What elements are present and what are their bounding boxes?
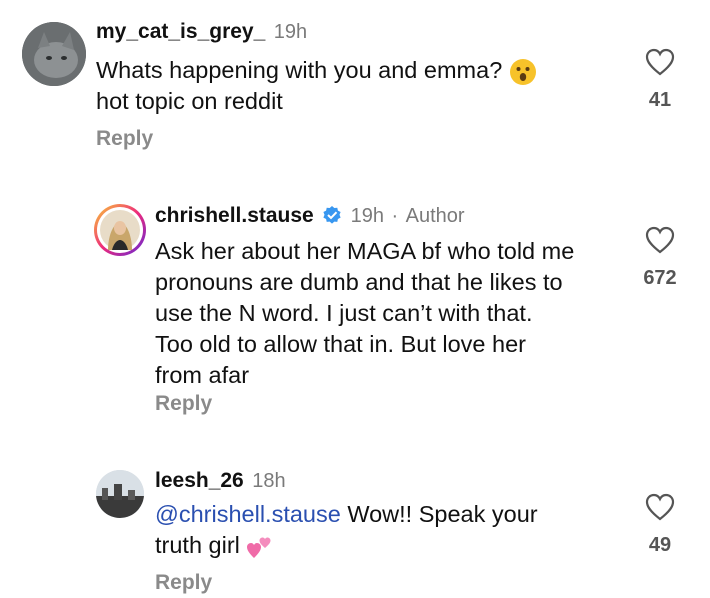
like-count: 672 <box>643 267 677 289</box>
like-count: 41 <box>648 89 672 111</box>
comment-text-line: pronouns are dumb and that he likes to <box>155 269 563 295</box>
username[interactable]: leesh_26 <box>155 469 244 492</box>
cat-avatar-icon <box>22 22 86 86</box>
reply-button[interactable]: Reply <box>155 392 212 416</box>
comment-text-line: hot topic on reddit <box>96 88 283 114</box>
profile-photo-icon <box>96 470 144 518</box>
two-hearts-icon <box>247 537 271 558</box>
reply-button[interactable]: Reply <box>155 571 212 595</box>
comment-text-line: Whats happening with you and emma? <box>96 57 503 83</box>
comment-text-line: truth girl <box>155 532 240 558</box>
comment-text-line: Ask her about her MAGA bf who told me <box>155 238 575 264</box>
comment-text-line: use the N word. I just can’t with that. <box>155 300 533 326</box>
timestamp: 19h <box>350 205 385 227</box>
heart-icon[interactable] <box>645 493 675 521</box>
hushed-face-icon <box>509 58 536 85</box>
comment-text-line: Too old to allow that in. But love her <box>155 331 526 357</box>
username[interactable]: chrishell.stause <box>155 204 314 227</box>
timestamp: 19h <box>273 21 308 43</box>
author-label: Author <box>405 205 465 227</box>
mention-link[interactable]: @chrishell.stause <box>155 501 341 527</box>
username[interactable]: my_cat_is_grey_ <box>96 20 265 43</box>
comment-my-cat-is-grey: my_cat_is_grey_ 19h Whats happening with… <box>0 0 710 170</box>
comment-chrishell-stause: chrishell.stause 19h · Author Ask her ab… <box>0 180 710 440</box>
comment-leesh-26: leesh_26 18h @chrishell.stause Wow!! Spe… <box>0 455 710 598</box>
heart-icon[interactable] <box>645 48 675 76</box>
comment-text-line: Wow!! Speak your <box>340 501 538 527</box>
avatar[interactable] <box>94 204 146 256</box>
reply-button[interactable]: Reply <box>96 127 153 151</box>
timestamp: 18h <box>252 470 286 492</box>
avatar[interactable] <box>22 22 86 86</box>
profile-photo-icon <box>100 210 140 250</box>
separator: · <box>391 205 399 227</box>
avatar[interactable] <box>96 470 144 518</box>
like-count: 49 <box>648 534 672 556</box>
heart-icon[interactable] <box>645 226 675 254</box>
verified-badge-icon <box>323 206 341 224</box>
comment-text-line: from afar <box>155 362 250 388</box>
